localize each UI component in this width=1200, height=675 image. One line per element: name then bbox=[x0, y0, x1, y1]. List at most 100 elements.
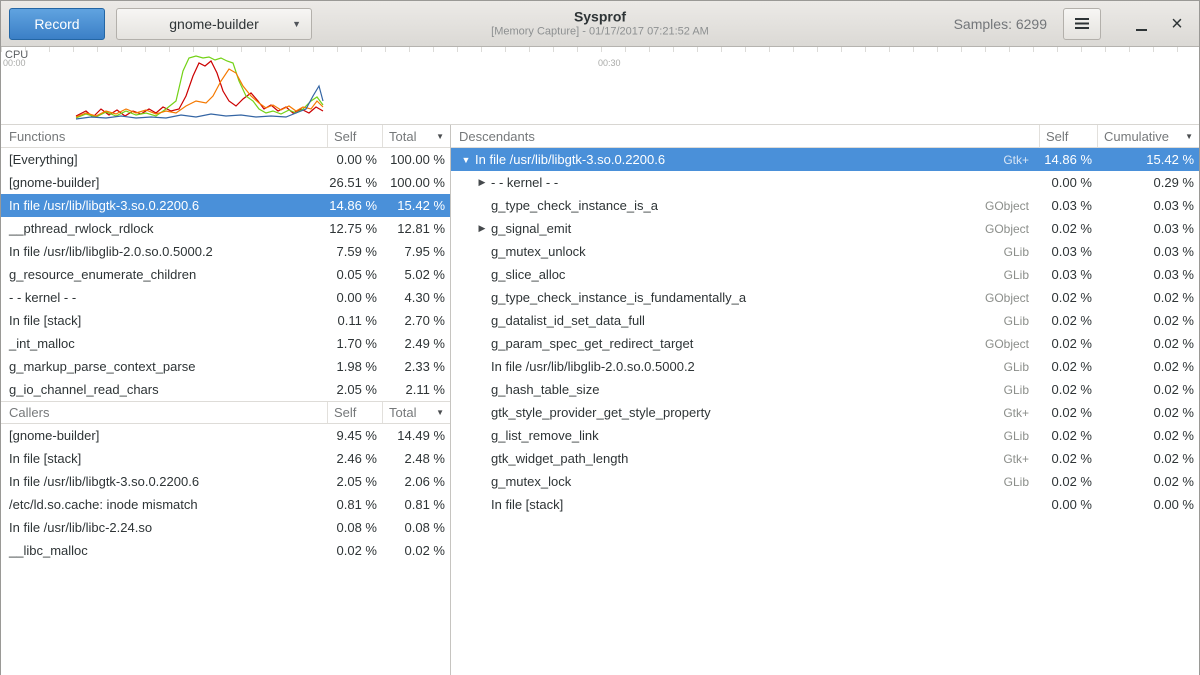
descendant-name-cell: g_param_spec_get_redirect_targetGObject bbox=[451, 336, 1039, 351]
table-row[interactable]: In file [stack]0.00 %0.00 % bbox=[451, 493, 1199, 516]
self-percent: 0.81 % bbox=[327, 497, 382, 512]
chevron-right-icon[interactable]: ▶ bbox=[475, 223, 489, 234]
chevron-right-icon[interactable]: ▶ bbox=[475, 177, 489, 188]
cpu-graph[interactable]: CPU 00:00 00:30 bbox=[1, 47, 1199, 125]
table-row[interactable]: In file /usr/lib/libglib-2.0.so.0.5000.2… bbox=[1, 240, 450, 263]
function-name: g_mutex_unlock bbox=[491, 244, 586, 259]
minimize-button[interactable] bbox=[1127, 10, 1155, 38]
self-percent: 0.00 % bbox=[327, 152, 382, 167]
cumulative-percent: 0.02 % bbox=[1097, 428, 1199, 443]
column-header-descendants[interactable]: Descendants bbox=[451, 125, 1039, 147]
chevron-down-icon: ▼ bbox=[292, 19, 301, 29]
table-row[interactable]: In file /usr/lib/libgtk-3.so.0.2200.614.… bbox=[1, 194, 450, 217]
library-tag: Gtk+ bbox=[1003, 406, 1039, 420]
table-row[interactable]: gtk_style_provider_get_style_propertyGtk… bbox=[451, 401, 1199, 424]
function-name: [gnome-builder] bbox=[1, 428, 327, 443]
self-percent: 1.70 % bbox=[327, 336, 382, 351]
table-row[interactable]: g_param_spec_get_redirect_targetGObject 0… bbox=[451, 332, 1199, 355]
function-name: /etc/ld.so.cache: inode mismatch bbox=[1, 497, 327, 512]
descendant-name-cell: g_list_remove_linkGLib bbox=[451, 428, 1039, 443]
table-row[interactable]: __pthread_rwlock_rdlock12.75 %12.81 % bbox=[1, 217, 450, 240]
app-title: Sysprof bbox=[491, 8, 709, 26]
menu-button[interactable] bbox=[1063, 8, 1101, 40]
column-header-self[interactable]: Self bbox=[327, 402, 382, 423]
table-row[interactable]: [gnome-builder]26.51 %100.00 % bbox=[1, 171, 450, 194]
table-row[interactable]: g_type_check_instance_is_aGObject0.03 %0… bbox=[451, 194, 1199, 217]
self-percent: 0.00 % bbox=[1039, 175, 1097, 190]
table-row[interactable]: g_hash_table_sizeGLib0.02 %0.02 % bbox=[451, 378, 1199, 401]
window-title-block: Sysprof [Memory Capture] - 01/17/2017 07… bbox=[491, 8, 709, 39]
function-name: In file /usr/lib/libglib-2.0.so.0.5000.2 bbox=[1, 244, 327, 259]
table-row[interactable]: __libc_malloc0.02 %0.02 % bbox=[1, 539, 450, 562]
total-percent: 4.30 % bbox=[382, 290, 450, 305]
column-header-self[interactable]: Self bbox=[1039, 125, 1097, 147]
table-row[interactable]: g_io_channel_read_chars2.05 %2.11 % bbox=[1, 378, 450, 401]
sort-indicator-icon: ▼ bbox=[1185, 132, 1193, 141]
self-percent: 0.11 % bbox=[327, 313, 382, 328]
table-row[interactable]: /etc/ld.so.cache: inode mismatch0.81 %0.… bbox=[1, 493, 450, 516]
cpu-line-orange bbox=[76, 69, 323, 117]
table-row[interactable]: g_list_remove_linkGLib0.02 %0.02 % bbox=[451, 424, 1199, 447]
column-header-total[interactable]: Total ▼ bbox=[382, 125, 450, 147]
hamburger-icon bbox=[1075, 18, 1089, 29]
process-selector-dropdown[interactable]: gnome-builder ▼ bbox=[116, 8, 312, 40]
table-row[interactable]: In file [stack]0.11 %2.70 % bbox=[1, 309, 450, 332]
table-row[interactable]: In file [stack]2.46 %2.48 % bbox=[1, 447, 450, 470]
chevron-down-icon[interactable]: ▼ bbox=[459, 155, 473, 165]
process-selector-label: gnome-builder bbox=[169, 16, 259, 32]
column-header-self[interactable]: Self bbox=[327, 125, 382, 147]
table-row[interactable]: ▶g_signal_emitGObject0.02 %0.03 % bbox=[451, 217, 1199, 240]
table-row[interactable]: In file /usr/lib/libc-2.24.so0.08 %0.08 … bbox=[1, 516, 450, 539]
table-row[interactable]: g_mutex_lockGLib0.02 %0.02 % bbox=[451, 470, 1199, 493]
function-name: - - kernel - - bbox=[491, 175, 558, 190]
table-row[interactable]: g_datalist_id_set_data_fullGLib0.02 %0.0… bbox=[451, 309, 1199, 332]
function-name: g_signal_emit bbox=[491, 221, 571, 236]
function-name: In file /usr/lib/libgtk-3.so.0.2200.6 bbox=[1, 474, 327, 489]
table-row[interactable]: In file /usr/lib/libglib-2.0.so.0.5000.2… bbox=[451, 355, 1199, 378]
self-percent: 0.02 % bbox=[327, 543, 382, 558]
table-row[interactable]: [Everything]0.00 %100.00 % bbox=[1, 148, 450, 171]
total-percent: 14.49 % bbox=[382, 428, 450, 443]
sort-indicator-icon: ▼ bbox=[436, 132, 444, 141]
cumulative-percent: 0.02 % bbox=[1097, 336, 1199, 351]
table-row[interactable]: g_slice_allocGLib0.03 %0.03 % bbox=[451, 263, 1199, 286]
cumulative-percent: 0.03 % bbox=[1097, 267, 1199, 282]
total-percent: 0.02 % bbox=[382, 543, 450, 558]
table-row[interactable]: _int_malloc1.70 %2.49 % bbox=[1, 332, 450, 355]
column-header-total[interactable]: Total ▼ bbox=[382, 402, 450, 423]
column-header-total-label: Total bbox=[389, 129, 416, 144]
function-name: gtk_widget_path_length bbox=[491, 451, 628, 466]
self-percent: 0.03 % bbox=[1039, 198, 1097, 213]
table-row[interactable]: ▶- - kernel - -0.00 %0.29 % bbox=[451, 171, 1199, 194]
descendant-name-cell: In file [stack] bbox=[451, 497, 1039, 512]
self-percent: 0.02 % bbox=[1039, 405, 1097, 420]
table-row[interactable]: g_resource_enumerate_children0.05 %5.02 … bbox=[1, 263, 450, 286]
table-row[interactable]: gtk_widget_path_lengthGtk+0.02 %0.02 % bbox=[451, 447, 1199, 470]
column-header-cumulative[interactable]: Cumulative ▼ bbox=[1097, 125, 1199, 147]
table-row[interactable]: In file /usr/lib/libgtk-3.so.0.2200.62.0… bbox=[1, 470, 450, 493]
self-percent: 0.02 % bbox=[1039, 359, 1097, 374]
function-name: g_hash_table_size bbox=[491, 382, 599, 397]
total-percent: 12.81 % bbox=[382, 221, 450, 236]
self-percent: 26.51 % bbox=[327, 175, 382, 190]
table-row[interactable]: [gnome-builder]9.45 %14.49 % bbox=[1, 424, 450, 447]
self-percent: 0.05 % bbox=[327, 267, 382, 282]
record-button[interactable]: Record bbox=[9, 8, 105, 40]
column-header-callers[interactable]: Callers bbox=[1, 402, 327, 423]
self-percent: 2.05 % bbox=[327, 382, 382, 397]
self-percent: 0.08 % bbox=[327, 520, 382, 535]
total-percent: 2.70 % bbox=[382, 313, 450, 328]
total-percent: 2.48 % bbox=[382, 451, 450, 466]
column-header-functions[interactable]: Functions bbox=[1, 125, 327, 147]
function-name: In file [stack] bbox=[1, 313, 327, 328]
self-percent: 0.02 % bbox=[1039, 474, 1097, 489]
table-row[interactable]: ▼In file /usr/lib/libgtk-3.so.0.2200.6Gt… bbox=[451, 148, 1199, 171]
table-row[interactable]: - - kernel - -0.00 %4.30 % bbox=[1, 286, 450, 309]
self-percent: 12.75 % bbox=[327, 221, 382, 236]
table-row[interactable]: g_mutex_unlockGLib0.03 %0.03 % bbox=[451, 240, 1199, 263]
close-button[interactable]: × bbox=[1163, 10, 1191, 38]
library-tag: GLib bbox=[1004, 268, 1039, 282]
table-row[interactable]: g_type_check_instance_is_fundamentally_a… bbox=[451, 286, 1199, 309]
table-row[interactable]: g_markup_parse_context_parse1.98 %2.33 % bbox=[1, 355, 450, 378]
cumulative-percent: 0.02 % bbox=[1097, 474, 1199, 489]
